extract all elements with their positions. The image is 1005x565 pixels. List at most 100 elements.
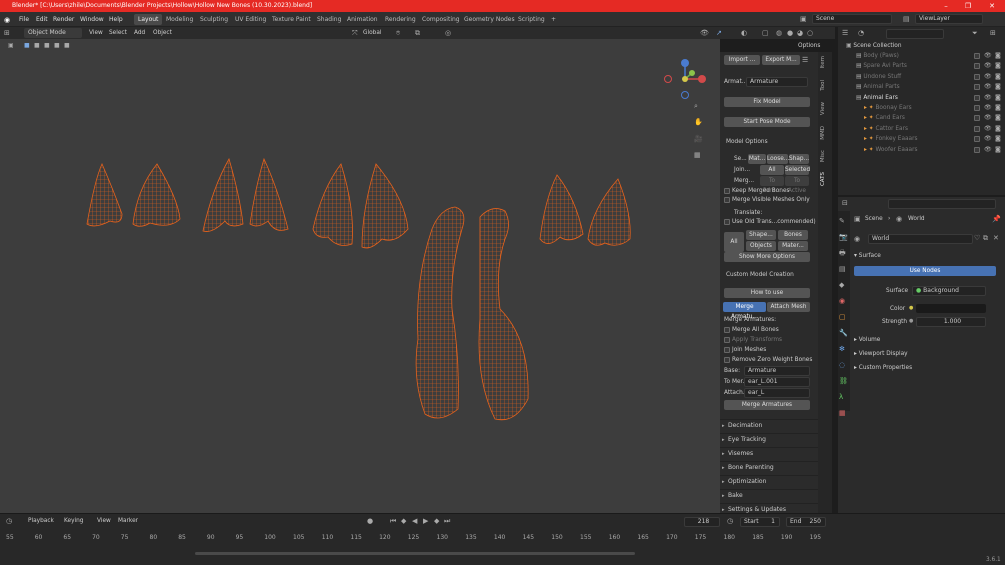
separate-material-button[interactable]: Mat... (748, 154, 766, 164)
particles-tab-icon[interactable]: ✻ (839, 344, 845, 354)
filter-icon[interactable]: ⏷ (972, 28, 978, 38)
exclude-checkbox[interactable] (974, 105, 980, 111)
jump-end-icon[interactable]: ⏭ (444, 516, 450, 526)
render-camera-icon[interactable]: ◙ (995, 124, 1001, 134)
modifier-tab-icon[interactable]: 🔧 (839, 328, 848, 338)
exclude-checkbox[interactable] (974, 53, 980, 59)
section-bone-parenting[interactable]: ▸ Bone Parenting (720, 461, 818, 473)
outliner-collection-row[interactable]: ▸ ✦ Cattor Ears 👁 ◙ (838, 124, 1005, 134)
tab-tool[interactable]: Tool (820, 80, 830, 91)
strength-input[interactable]: 1.000 (916, 317, 986, 327)
output-tab-icon[interactable]: 🖶 (839, 248, 846, 258)
section-bake[interactable]: ▸ Bake (720, 489, 818, 501)
render-camera-icon[interactable]: ◙ (995, 134, 1001, 144)
overlay-icon[interactable]: ◐ (741, 28, 747, 38)
xray-icon[interactable]: ▢ (762, 28, 769, 38)
view-layer-icon[interactable]: ▤ (903, 14, 910, 24)
to-active-button[interactable]: To Active (785, 176, 809, 194)
exclude-checkbox[interactable] (974, 136, 980, 143)
volume-panel-header[interactable]: ▸ Volume (854, 337, 880, 343)
visibility-eye-icon[interactable]: 👁 (984, 145, 992, 155)
editor-type-icon[interactable]: ⊞ (4, 28, 10, 38)
play-reverse-icon[interactable]: ◀ (412, 516, 417, 526)
current-frame-input[interactable]: 218 (684, 517, 720, 527)
translate-materials-button[interactable]: Mater... (778, 241, 808, 251)
cand-ears-mesh[interactable] (202, 157, 289, 232)
how-to-use-button[interactable]: How to use (724, 288, 810, 298)
to-merge-selector[interactable]: ear_L.001 (744, 377, 810, 387)
snap-icon[interactable]: ⧉ (415, 28, 420, 38)
cattor-ears-mesh[interactable] (312, 163, 409, 249)
outliner-collection-row[interactable]: ▤ Animal Ears 👁 ◙ (838, 93, 1005, 103)
visibility-eye-icon[interactable]: 👁 (984, 51, 992, 61)
viewport-menu-add[interactable]: Add (134, 30, 145, 36)
outliner-search[interactable] (886, 29, 944, 39)
tab-modeling[interactable]: Modeling (162, 14, 197, 25)
timeline-menu-playback[interactable]: Playback (28, 518, 54, 524)
tab-geometry-nodes[interactable]: Geometry Nodes (460, 14, 519, 25)
render-camera-icon[interactable]: ◙ (995, 103, 1001, 113)
world-tab-icon[interactable]: ◉ (839, 296, 845, 306)
exclude-checkbox[interactable] (974, 84, 980, 91)
exclude-checkbox[interactable] (974, 125, 980, 132)
color-socket-icon[interactable]: ● (909, 303, 913, 313)
tab-mmd[interactable]: MMD (820, 126, 830, 140)
boonay-ears-mesh[interactable] (86, 163, 181, 227)
visibility-icon[interactable]: 👁 (700, 28, 709, 38)
constraints-tab-icon[interactable]: ⛓ (839, 376, 848, 386)
tab-texture-paint[interactable]: Texture Paint (268, 14, 315, 25)
render-camera-icon[interactable]: ◙ (995, 51, 1001, 61)
tab-view[interactable]: View (820, 102, 830, 115)
outliner-collection-row[interactable]: ▸ ✦ Cand Ears 👁 ◙ (838, 113, 1005, 123)
timeline-editor-icon[interactable]: ◷ (6, 516, 12, 526)
surface-shader-selector[interactable]: ● Background (912, 286, 986, 296)
view-layer-selector[interactable]: ViewLayer (915, 14, 983, 24)
merge-all-bones-checkbox[interactable] (724, 327, 730, 333)
visibility-eye-icon[interactable]: 👁 (984, 93, 992, 103)
tab-sculpting[interactable]: Sculpting (196, 14, 232, 25)
duplicate-world-icon[interactable]: ⧉ (983, 233, 988, 243)
use-nodes-button[interactable]: Use Nodes (854, 266, 996, 276)
show-more-options-button[interactable]: Show More Options (724, 252, 810, 262)
join-selected-button[interactable]: Selected (785, 165, 810, 175)
outliner-editor-icon[interactable]: ☰ (842, 28, 848, 38)
exclude-checkbox[interactable] (974, 63, 980, 70)
remove-zero-weight-checkbox[interactable] (724, 357, 730, 363)
visibility-eye-icon[interactable]: 👁 (984, 82, 992, 92)
object-tab-icon[interactable]: ▢ (839, 312, 846, 322)
merge-visible-checkbox[interactable] (724, 197, 730, 203)
material-shading-icon[interactable]: ◕ (797, 28, 803, 38)
tab-animation[interactable]: Animation (343, 14, 382, 25)
pin-icon[interactable]: 📌 (992, 214, 1001, 224)
exclude-checkbox[interactable] (974, 73, 980, 80)
solid-shading-icon[interactable]: ● (787, 28, 793, 38)
menu-edit[interactable]: Edit (36, 16, 48, 23)
timeline-scrollbar[interactable] (195, 552, 635, 555)
base-selector[interactable]: Armature (744, 366, 810, 376)
merge-armatures-button[interactable]: Merge Armatures (724, 400, 810, 410)
strength-socket-icon[interactable]: ● (909, 316, 913, 326)
fonkey-ears-mesh[interactable] (539, 174, 631, 246)
translate-shape-button[interactable]: Shape... (746, 230, 776, 240)
outliner-collection-row[interactable]: ▸ ✦ Boonay Ears 👁 ◙ (838, 103, 1005, 113)
translate-bones-button[interactable]: Bones (778, 230, 808, 240)
play-icon[interactable]: ▶ (423, 516, 428, 526)
translate-all-button[interactable]: All (724, 232, 744, 252)
render-camera-icon[interactable]: ◙ (995, 61, 1001, 71)
scene-icon[interactable]: ▣ (800, 14, 807, 24)
view-layer-tab-icon[interactable]: ▤ (839, 264, 846, 274)
custom-model-header[interactable]: Custom Model Creation (726, 272, 794, 278)
menu-help[interactable]: Help (109, 16, 123, 23)
wireframe-meshes[interactable] (0, 39, 720, 513)
mode-selector[interactable]: Object Mode (24, 28, 82, 38)
maximize-button[interactable]: ❐ (957, 0, 979, 12)
viewport-display-panel-header[interactable]: ▸ Viewport Display (854, 351, 908, 357)
separate-loose-button[interactable]: Loose... (767, 154, 789, 164)
tab-misc[interactable]: Misc (820, 150, 830, 162)
options-dropdown[interactable]: Options (798, 43, 820, 49)
menu-window[interactable]: Window (80, 16, 104, 23)
add-workspace-button[interactable]: + (547, 14, 560, 25)
close-button[interactable]: ✕ (981, 0, 1003, 12)
visibility-eye-icon[interactable]: 👁 (984, 134, 992, 144)
menu-file[interactable]: File (19, 16, 29, 23)
